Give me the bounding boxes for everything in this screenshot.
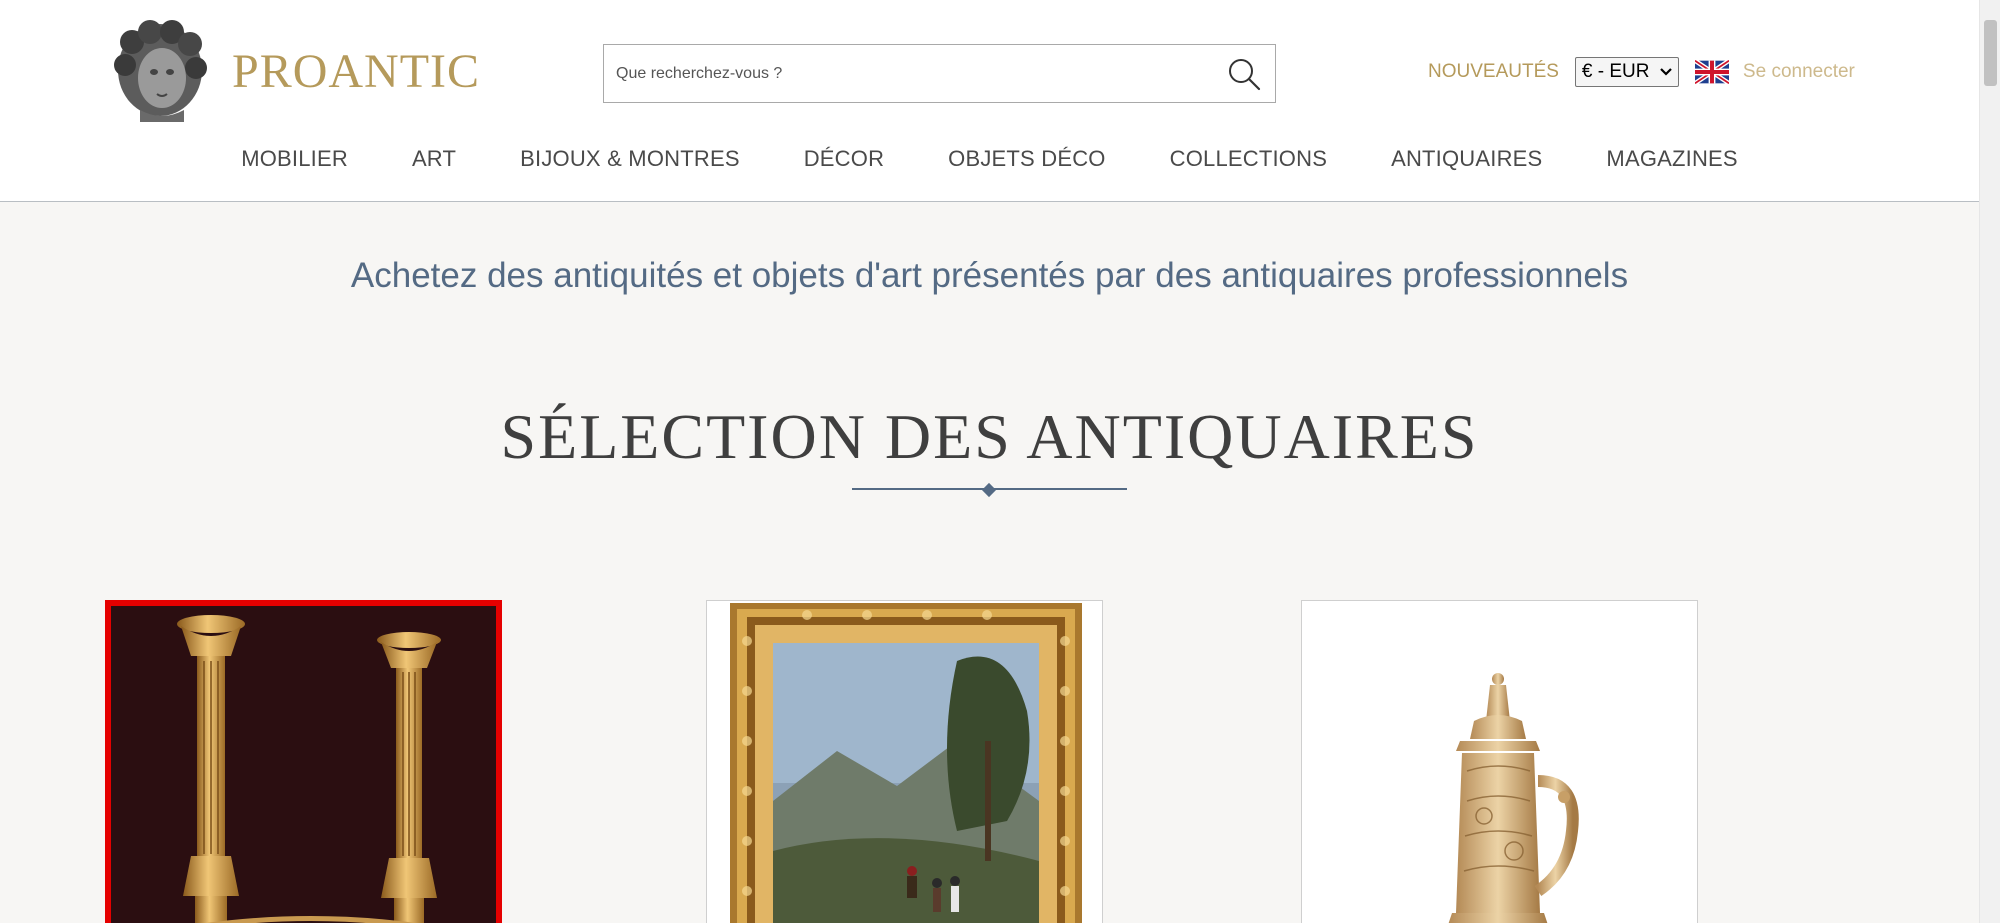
divider-diamond-icon <box>981 482 997 498</box>
brand-logo[interactable]: PROANTIC <box>110 20 480 122</box>
product-image-stein <box>1302 601 1697 923</box>
product-card-stein[interactable] <box>1301 600 1698 923</box>
chevron-down-icon <box>1660 68 1672 76</box>
nav-item-antiquaires[interactable]: ANTIQUAIRES <box>1391 146 1542 172</box>
nav-item-bijoux-montres[interactable]: BIJOUX & MONTRES <box>520 146 740 172</box>
product-card-candlesticks[interactable] <box>105 600 502 923</box>
nav-item-art[interactable]: ART <box>412 146 456 172</box>
search-input[interactable] <box>604 45 1204 102</box>
product-image-painting <box>707 601 1102 923</box>
currency-value: € - EUR <box>1581 61 1650 82</box>
uk-flag-icon[interactable] <box>1694 60 1729 84</box>
bust-logo-icon <box>114 20 207 122</box>
nav-item-objets-deco[interactable]: OBJETS DÉCO <box>948 146 1105 172</box>
header-utilities: NOUVEAUTÉS € - EUR Se connecter <box>1428 56 1855 88</box>
search-bar <box>603 44 1276 103</box>
search-icon[interactable] <box>1225 55 1263 93</box>
scrollbar-thumb[interactable] <box>1984 20 1997 86</box>
product-image-candlesticks <box>111 606 496 923</box>
brand-name: PROANTIC <box>232 44 481 98</box>
product-card-painting[interactable] <box>706 600 1103 923</box>
login-link[interactable]: Se connecter <box>1743 61 1855 83</box>
page-scrollbar[interactable] <box>1979 0 2000 923</box>
nav-item-mobilier[interactable]: MOBILIER <box>241 146 348 172</box>
site-header: PROANTIC NOUVEAUTÉS € - EUR Se connecter… <box>0 0 1979 202</box>
nouveautes-link[interactable]: NOUVEAUTÉS <box>1428 61 1559 83</box>
page-tagline: Achetez des antiquités et objets d'art p… <box>350 256 1629 295</box>
nav-item-collections[interactable]: COLLECTIONS <box>1170 146 1327 172</box>
currency-select[interactable]: € - EUR <box>1574 57 1679 87</box>
main-nav: MOBILIER ART BIJOUX & MONTRES DÉCOR OBJE… <box>0 146 1979 172</box>
nav-item-decor[interactable]: DÉCOR <box>804 146 884 172</box>
section-title: SÉLECTION DES ANTIQUAIRES <box>500 401 1479 472</box>
nav-item-magazines[interactable]: MAGAZINES <box>1606 146 1737 172</box>
